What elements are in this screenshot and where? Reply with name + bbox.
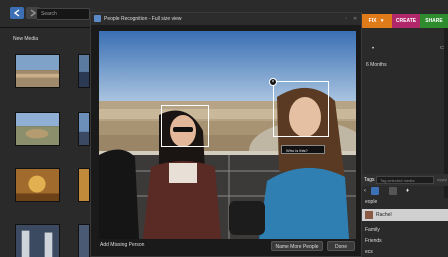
add-missing-person-button[interactable]: Add Missing Person — [100, 242, 144, 248]
face-detection-box[interactable] — [273, 81, 329, 137]
who-is-this-label: Who is this? — [286, 148, 308, 153]
media-thumbnail[interactable] — [15, 112, 60, 146]
place-tag-icon[interactable] — [389, 187, 397, 195]
dialog-footer: Add Missing Person Name More People Done — [91, 241, 361, 257]
media-thumbnail[interactable] — [78, 168, 90, 202]
media-thumbnail[interactable] — [78, 224, 90, 257]
chevron-left-icon[interactable]: ‹ — [364, 188, 366, 194]
dialog-title: People Recognition - Full size view — [104, 16, 182, 22]
person-avatar — [365, 211, 373, 219]
tag-tools: ‹ ♦ — [362, 186, 448, 198]
right-panel: • ▭ 6 Months Tags Tag selected media App… — [362, 28, 448, 257]
media-thumbnail[interactable] — [15, 54, 60, 88]
name-more-people-button[interactable]: Name More People — [271, 241, 323, 251]
done-button[interactable]: Done — [327, 241, 355, 251]
close-icon[interactable]: ✕ — [353, 16, 357, 22]
tab-share[interactable]: SHARE — [420, 14, 448, 28]
apply-tag-button[interactable]: Apply — [437, 177, 447, 182]
media-thumbnail[interactable] — [15, 224, 60, 257]
people-recognition-dialog: People Recognition - Full size view ▫ ✕ — [90, 12, 362, 257]
category-family[interactable]: Family — [365, 227, 380, 233]
pin-icon[interactable]: • — [372, 46, 374, 52]
tab-fix-label: FIX — [368, 18, 377, 24]
timeline-range-label: 6 Months — [366, 62, 387, 68]
tab-create[interactable]: CREATE — [392, 14, 420, 28]
search-input[interactable]: Search — [36, 8, 90, 20]
who-is-this-field[interactable]: Who is this? — [281, 145, 325, 154]
tag-input[interactable]: Tag selected media — [376, 176, 434, 184]
media-thumbnail[interactable] — [78, 54, 90, 88]
arrow-left-icon — [13, 9, 20, 17]
tags-heading: Tags — [364, 177, 375, 183]
panel-scrollbar[interactable] — [444, 28, 448, 198]
chevron-down-icon: ▾ — [380, 18, 384, 24]
restore-icon[interactable]: ▫ — [345, 16, 347, 22]
event-tag-icon[interactable]: ♦ — [406, 188, 409, 194]
app-icon — [94, 15, 101, 22]
media-browser: New Media — [0, 28, 90, 257]
person-name: Rachel — [376, 212, 392, 218]
app-window: Search FIX ▾ CREATE SHARE New Media Peop… — [0, 0, 448, 257]
mode-tabs: FIX ▾ CREATE SHARE — [360, 14, 448, 28]
face-detection-box[interactable] — [161, 105, 209, 147]
person-tag-row[interactable]: Rachel — [362, 209, 448, 221]
tags-bar: Tags Tag selected media Apply — [362, 174, 448, 186]
category-friends[interactable]: Friends — [365, 238, 382, 244]
category-people[interactable]: eople — [365, 199, 377, 205]
media-thumbnail[interactable] — [78, 112, 90, 146]
back-button[interactable] — [10, 7, 24, 19]
search-placeholder: Search — [41, 11, 57, 17]
tab-fix[interactable]: FIX ▾ — [360, 14, 392, 28]
dialog-titlebar: People Recognition - Full size view ▫ ✕ — [91, 13, 361, 25]
category-other[interactable]: ecs — [365, 249, 373, 255]
media-section-title: New Media — [13, 36, 39, 42]
person-tag-icon[interactable] — [371, 187, 379, 195]
media-thumbnail[interactable] — [15, 168, 60, 202]
remove-face-icon[interactable]: × — [269, 78, 277, 86]
